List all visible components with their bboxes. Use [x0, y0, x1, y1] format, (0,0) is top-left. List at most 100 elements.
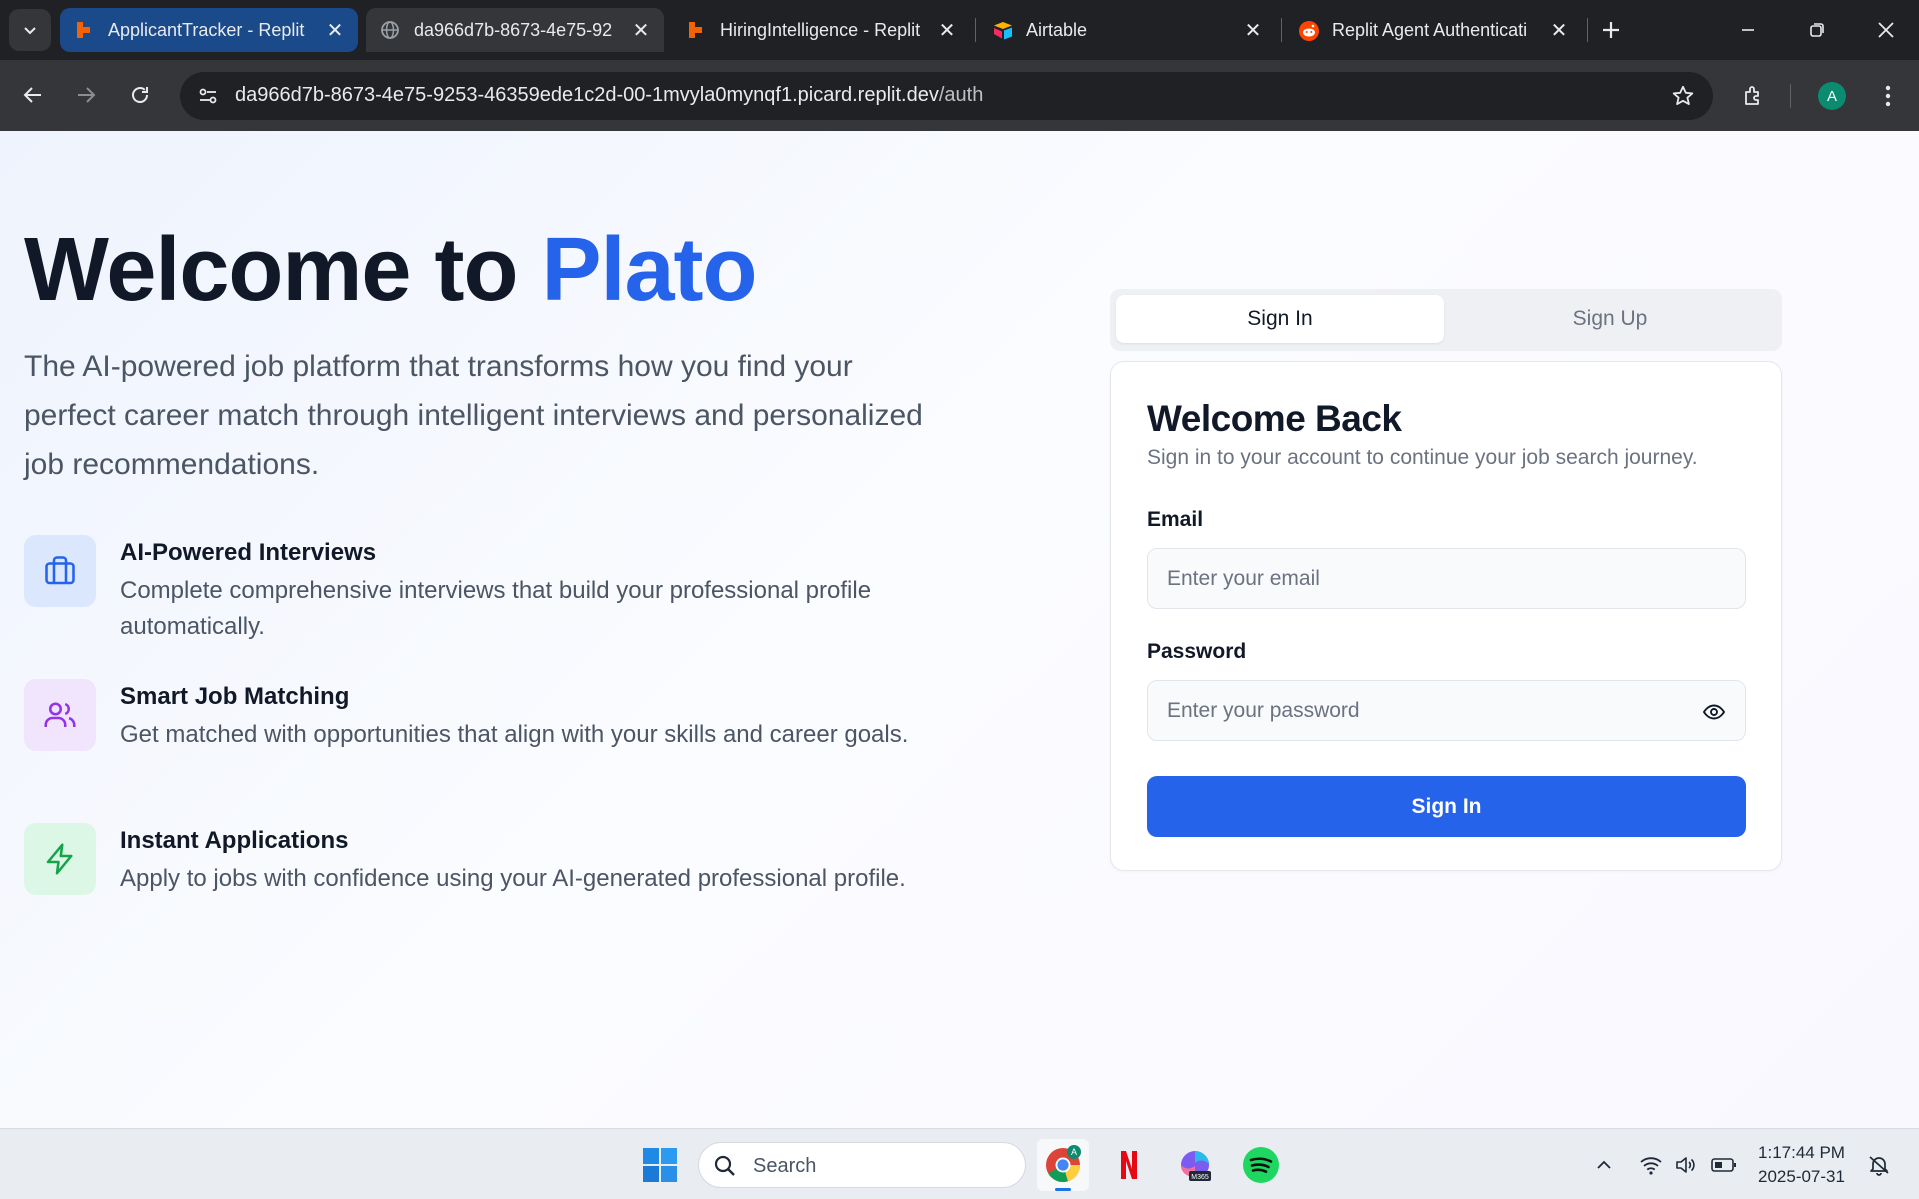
volume-icon[interactable] — [1672, 1151, 1700, 1179]
password-label: Password — [1147, 640, 1247, 663]
netflix-icon[interactable] — [1103, 1139, 1155, 1191]
zap-icon — [24, 823, 96, 895]
profile-button[interactable]: A — [1814, 78, 1850, 114]
spotify-icon[interactable] — [1235, 1139, 1287, 1191]
close-icon[interactable]: ✕ — [1548, 19, 1570, 42]
chevron-up-icon[interactable] — [1590, 1151, 1618, 1179]
url-text[interactable]: da966d7b-8673-4e75-9253-46359ede1c2d-00-… — [235, 84, 983, 107]
feature-description: Get matched with opportunities that alig… — [120, 721, 909, 748]
email-label: Email — [1147, 508, 1204, 531]
svg-text:M365: M365 — [1191, 1174, 1209, 1181]
close-icon[interactable]: ✕ — [630, 19, 652, 42]
tab-title: HiringIntelligence - Replit — [720, 19, 921, 40]
more-vertical-icon — [1885, 85, 1891, 107]
auth-page: Welcome to Plato The AI-powered job plat… — [0, 131, 1919, 1128]
wifi-icon[interactable] — [1637, 1151, 1665, 1179]
system-clock[interactable]: 1:17:44 PM 2025-07-31 — [1758, 1141, 1845, 1189]
windows-taskbar: Search A M365 1:17:44 PM 2025-07-31 — [0, 1128, 1919, 1199]
back-button[interactable] — [13, 75, 53, 115]
sign-in-card: Welcome Back Sign in to your account to … — [1110, 361, 1782, 871]
feature-description: Complete comprehensive interviews that b… — [120, 577, 872, 640]
replit-icon — [686, 20, 706, 40]
forward-button[interactable] — [66, 75, 106, 115]
tab-hiringintelligence[interactable]: HiringIntelligence - Replit ✕ — [672, 8, 970, 52]
clock-time: 1:17:44 PM — [1758, 1143, 1845, 1162]
close-icon[interactable]: ✕ — [1242, 19, 1264, 42]
users-icon — [24, 679, 96, 751]
password-field[interactable] — [1148, 681, 1745, 740]
reload-button[interactable] — [120, 75, 160, 115]
address-bar[interactable]: da966d7b-8673-4e75-9253-46359ede1c2d-00-… — [180, 72, 1713, 120]
airtable-icon — [992, 20, 1012, 40]
feature-instant-applications: Instant Applications Apply to jobs with … — [24, 823, 924, 943]
extensions-button[interactable] — [1736, 78, 1772, 114]
tab-applicanttracker[interactable]: ApplicantTracker - Replit ✕ — [60, 8, 358, 52]
battery-icon[interactable] — [1710, 1151, 1738, 1179]
briefcase-icon — [24, 535, 96, 607]
tab-separator — [1281, 18, 1282, 42]
tab-airtable[interactable]: Airtable ✕ — [978, 8, 1276, 52]
feature-title: Smart Job Matching — [120, 683, 350, 710]
minimize-button[interactable] — [1726, 10, 1770, 50]
chrome-icon[interactable]: A — [1037, 1139, 1089, 1191]
svg-text:A: A — [1071, 1147, 1077, 1157]
notification-bell-icon[interactable] — [1865, 1151, 1893, 1179]
tab-replit-agent-auth[interactable]: Replit Agent Authenticati ✕ — [1284, 8, 1582, 52]
tab-separator — [1587, 18, 1588, 42]
search-icon — [714, 1155, 735, 1176]
close-window-button[interactable] — [1864, 10, 1908, 50]
tab-title: Replit Agent Authenticati — [1332, 19, 1528, 40]
tab-title: Airtable — [1026, 19, 1088, 40]
url-host: da966d7b-8673-4e75-9253-46359ede1c2d-00-… — [235, 84, 939, 106]
email-field[interactable] — [1148, 549, 1745, 608]
restore-icon — [1810, 23, 1824, 37]
arrow-right-icon — [78, 87, 96, 103]
feature-description: Apply to jobs with confidence using your… — [120, 865, 906, 892]
page-title: Welcome to Plato — [24, 219, 758, 322]
tab-sign-up[interactable]: Sign Up — [1446, 295, 1774, 343]
title-prefix: Welcome to — [24, 220, 542, 320]
close-icon[interactable]: ✕ — [936, 19, 958, 42]
tab-separator — [975, 18, 976, 42]
feature-title: Instant Applications — [120, 827, 349, 854]
show-password-eye-icon[interactable] — [1701, 699, 1727, 725]
url-path: /auth — [938, 84, 984, 106]
avatar: A — [1818, 82, 1846, 110]
chevron-down-icon — [24, 27, 36, 35]
card-subtitle: Sign in to your account to continue your… — [1147, 446, 1698, 469]
browser-menu-button[interactable] — [1870, 78, 1906, 114]
password-field-wrapper — [1147, 680, 1746, 741]
tab-auth-page[interactable]: da966d7b-8673-4e75-92 ✕ — [366, 8, 664, 52]
tab-sign-in[interactable]: Sign In — [1116, 295, 1444, 343]
search-placeholder: Search — [753, 1155, 817, 1177]
plus-icon — [1603, 22, 1619, 38]
email-field-wrapper — [1147, 548, 1746, 609]
sign-in-button[interactable]: Sign In — [1147, 776, 1746, 837]
brand-name: Plato — [541, 220, 757, 320]
tab-title: da966d7b-8673-4e75-92 — [414, 19, 613, 40]
tab-search-button[interactable] — [9, 9, 51, 51]
globe-icon — [380, 20, 400, 40]
browser-tab-strip: ApplicantTracker - Replit ✕ da966d7b-867… — [0, 0, 1919, 60]
feature-title: AI-Powered Interviews — [120, 539, 377, 566]
bookmark-star-icon[interactable] — [1669, 82, 1697, 110]
clock-date: 2025-07-31 — [1758, 1167, 1845, 1186]
windows-start-icon[interactable] — [634, 1139, 686, 1191]
tab-title: ApplicantTracker - Replit — [108, 19, 305, 40]
new-tab-button[interactable] — [1595, 14, 1627, 46]
feature-ai-interviews: AI-Powered Interviews Complete comprehen… — [24, 535, 924, 655]
m365-copilot-icon[interactable]: M365 — [1169, 1139, 1221, 1191]
minimize-icon — [1742, 29, 1754, 31]
close-icon[interactable]: ✕ — [324, 19, 346, 42]
arrow-left-icon — [23, 87, 41, 103]
puzzle-icon — [1745, 86, 1759, 105]
close-icon — [1878, 22, 1894, 38]
restore-button[interactable] — [1795, 10, 1839, 50]
reddit-icon — [1298, 20, 1319, 41]
taskbar-search[interactable]: Search — [698, 1142, 1026, 1188]
reload-icon — [132, 87, 148, 103]
browser-toolbar: da966d7b-8673-4e75-9253-46359ede1c2d-00-… — [0, 60, 1919, 131]
replit-icon — [74, 20, 94, 40]
site-info-icon[interactable] — [192, 80, 224, 112]
auth-tabs: Sign In Sign Up — [1110, 289, 1782, 351]
